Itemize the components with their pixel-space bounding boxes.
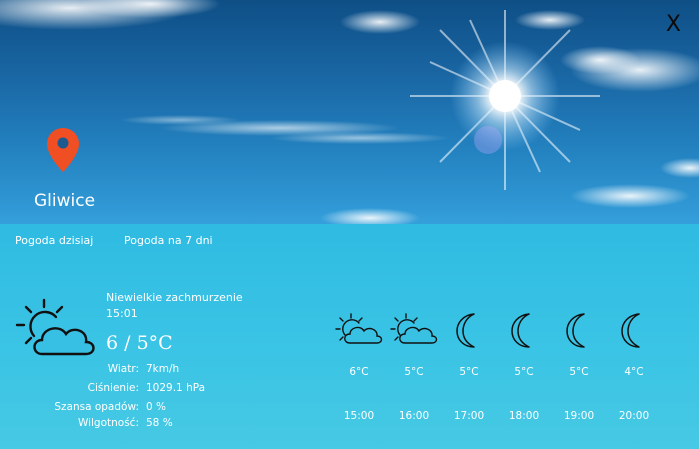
- hourly-temperature: 5°C: [404, 366, 424, 378]
- hourly-temperature: 6°C: [349, 366, 369, 378]
- hourly-time: 17:00: [453, 410, 485, 422]
- moon-icon: [566, 313, 585, 348]
- hourly-time: 15:00: [343, 410, 375, 422]
- sky-background-image: [0, 0, 699, 224]
- hourly-time: 16:00: [398, 410, 430, 422]
- hourly-item: 5°C 19:00: [551, 300, 607, 430]
- hourly-temperature: 5°C: [459, 366, 479, 378]
- partly-cloudy-day-icon: [335, 313, 383, 344]
- hourly-temperature: 5°C: [569, 366, 589, 378]
- partly-cloudy-day-icon: [390, 313, 438, 344]
- moon-icon: [456, 313, 475, 348]
- moon-icon: [621, 313, 640, 348]
- hourly-time: 20:00: [618, 410, 650, 422]
- close-button[interactable]: X: [666, 14, 681, 36]
- hourly-item: 5°C 18:00: [496, 300, 552, 430]
- hourly-item: 5°C 16:00: [386, 300, 442, 430]
- sky-banner: X Gliwice: [0, 0, 699, 224]
- tab-today[interactable]: Pogoda dzisiaj: [15, 234, 93, 247]
- hourly-item: 6°C 15:00: [331, 300, 387, 430]
- tab-7-days[interactable]: Pogoda na 7 dni: [124, 234, 213, 247]
- tab-bar: Pogoda dzisiaj Pogoda na 7 dni: [0, 224, 699, 260]
- hourly-item: 5°C 17:00: [441, 300, 497, 430]
- weather-app: X Gliwice Pogoda dzisiaj Pogoda na 7 dni…: [0, 0, 699, 449]
- hourly-temperature: 4°C: [624, 366, 644, 378]
- hourly-temperature: 5°C: [514, 366, 534, 378]
- hourly-time: 18:00: [508, 410, 540, 422]
- hourly-item: 4°C 20:00: [606, 300, 662, 430]
- location-pin-icon: [47, 128, 79, 172]
- hourly-forecast: 6°C 15:00 5°C 16:00 5°C 17:00 5°C 18:00 …: [0, 300, 699, 440]
- hourly-time: 19:00: [563, 410, 595, 422]
- city-name: Gliwice: [34, 191, 96, 211]
- moon-icon: [511, 313, 530, 348]
